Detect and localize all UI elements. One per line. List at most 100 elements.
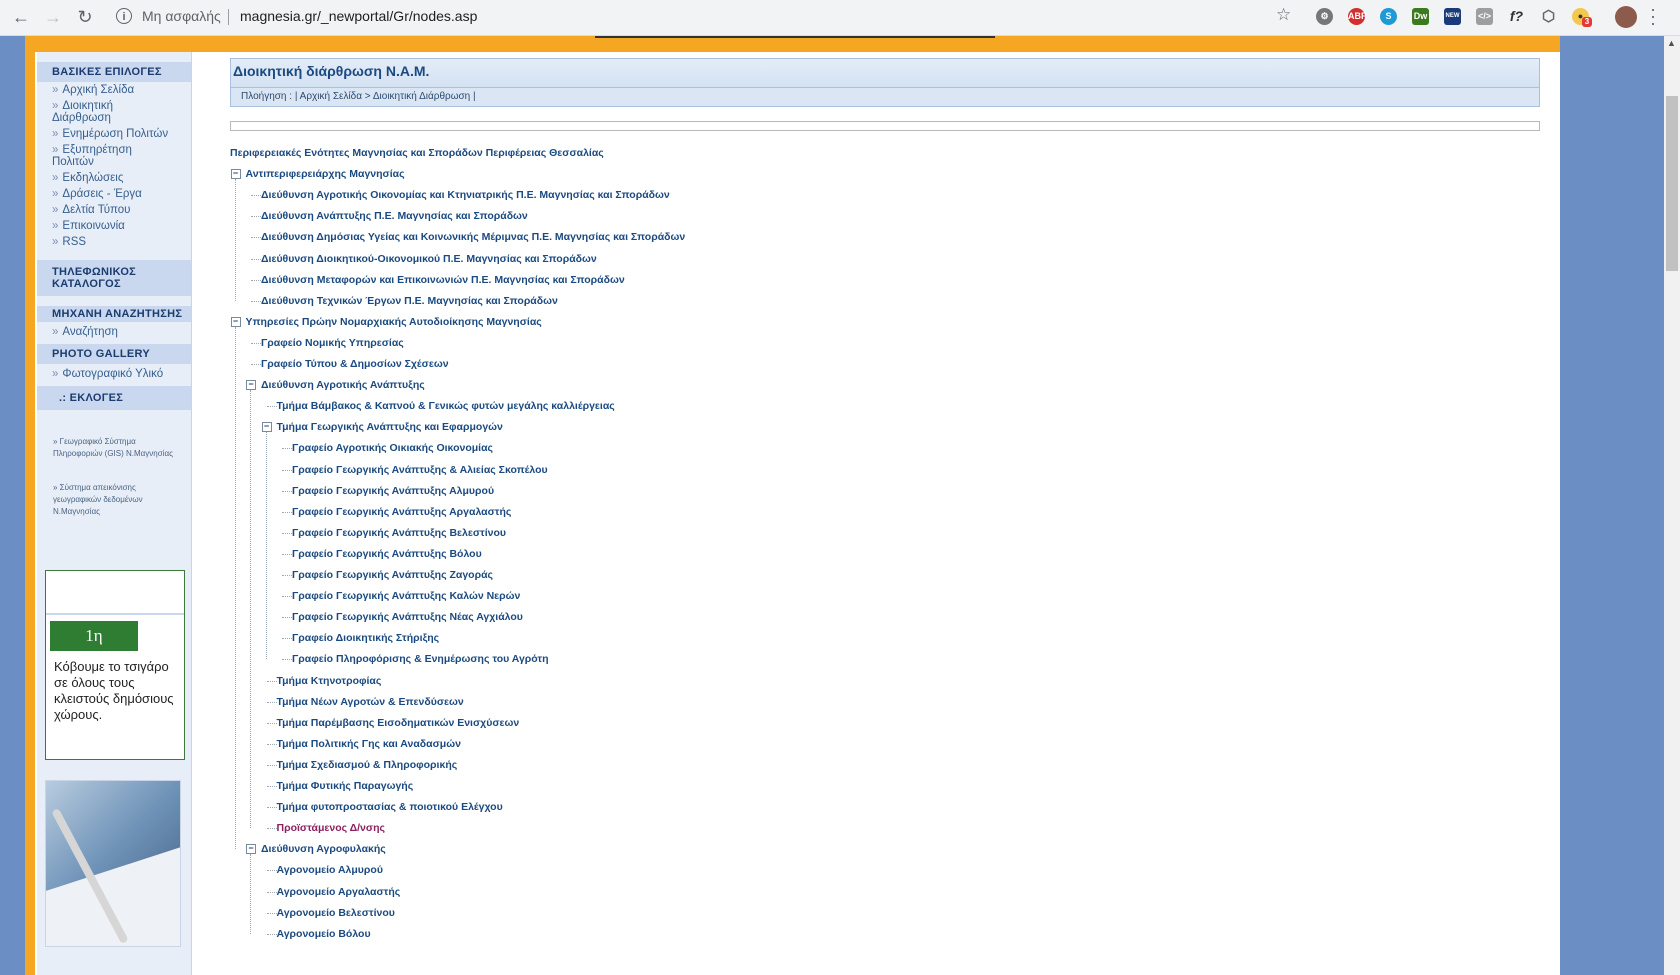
tree-node[interactable]: Διεύθυνση Διοικητικού-Οικονομικού Π.Ε. Μ…	[261, 251, 597, 267]
tree-node[interactable]: Τμήμα Κτηνοτροφίας	[277, 673, 382, 689]
tree-node[interactable]: Γραφείο Αγροτικής Οικιακής Οικονομίας	[292, 440, 493, 456]
address-bar[interactable]: i Μη ασφαλής magnesia.gr/_newportal/Gr/n…	[110, 4, 1300, 30]
tree-node[interactable]: Γραφείο Πληροφόρισης & Ενημέρωσης του Αγ…	[292, 651, 549, 667]
gis-link[interactable]: » Γεωγραφικό Σύστημα Πληροφοριών (GIS) Ν…	[37, 434, 191, 462]
tree-node[interactable]: Τμήμα φυτοπροστασίας & ποιοτικού Ελέγχου	[277, 799, 503, 815]
sidebar-section-elections[interactable]: .: ΕΚΛΟΓΕΣ	[37, 386, 191, 410]
tree-branch-line	[282, 490, 292, 492]
tree-node[interactable]: Διεύθυνση Τεχνικών Έργων Π.Ε. Μαγνησίας …	[261, 293, 558, 309]
tree-node[interactable]: Διεύθυνση Ανάπτυξης Π.Ε. Μαγνησίας και Σ…	[261, 208, 528, 224]
collapse-toggle-icon[interactable]: −	[261, 422, 272, 433]
tree-node[interactable]: Τμήμα Βάμβακος & Καπνού & Γενικώς φυτών …	[277, 398, 615, 414]
tree-node[interactable]: Διεύθυνση Μεταφορών και Επικοινωνιών Π.Ε…	[261, 272, 625, 288]
info-icon[interactable]: i	[116, 8, 132, 24]
profile-avatar[interactable]	[1615, 6, 1637, 28]
tree-node[interactable]: Γραφείο Τύπου & Δημοσίων Σχέσεων	[261, 356, 449, 372]
tree-node[interactable]: Υπηρεσίες Πρώην Νομαρχιακής Αυτοδιοίκηση…	[246, 314, 542, 330]
menu-dots-icon[interactable]: · · ·	[1650, 0, 1656, 32]
tree-node[interactable]: Γραφείο Γεωργικής Ανάπτυξης & Αλιείας Σκ…	[292, 462, 548, 478]
sidebar-item-gallery[interactable]: » Φωτογραφικό Υλικό	[37, 364, 191, 382]
tree-node[interactable]: Διεύθυνση Αγροτικής Ανάπτυξης	[261, 377, 425, 393]
sidebar-item[interactable]: » Δράσεις - Έργα	[37, 186, 191, 202]
back-arrow-icon[interactable]: ←	[10, 6, 32, 28]
sidebar-section-phone[interactable]: ΤΗΛΕΦΩΝΙΚΟΣ ΚΑΤΑΛΟΓΟΣ	[37, 260, 191, 296]
sidebar-item[interactable]: » Εξυπηρέτηση Πολιτών	[37, 142, 132, 170]
tree-node[interactable]: Διεύθυνση Δημόσιας Υγείας και Κοινωνικής…	[261, 229, 685, 245]
skype-icon[interactable]: S	[1380, 8, 1397, 25]
font-finder-icon[interactable]: f?	[1508, 8, 1525, 25]
tree-branch-line	[251, 342, 261, 344]
top-strip	[595, 36, 995, 38]
forward-arrow-icon[interactable]: →	[42, 6, 64, 28]
url-text[interactable]: magnesia.gr/_newportal/Gr/nodes.asp	[240, 8, 477, 24]
code-icon[interactable]: </>	[1476, 8, 1493, 25]
sidebar-item[interactable]: » Ενημέρωση Πολιτών	[37, 126, 191, 142]
tree-branch-line	[251, 237, 261, 239]
breadcrumb-text[interactable]: Πλοήγηση : | Αρχική Σελίδα > Διοικητική …	[231, 91, 476, 102]
smoking-ban-banner[interactable]: 1η Σεπτέμβρη Κόβουμε το τσιγάρο σε όλους…	[45, 570, 185, 760]
sidebar-item[interactable]: » Δελτία Τύπου	[37, 202, 191, 218]
tree-node[interactable]: Γραφείο Νομικής Υπηρεσίας	[261, 335, 404, 351]
scroll-up-icon[interactable]: ▲	[1667, 38, 1676, 48]
geo-link[interactable]: » Σύστημα απεικόνισης γεωγραφικών δεδομέ…	[37, 480, 191, 520]
notification-badge: 3	[1582, 17, 1592, 27]
sidebar-item-label: Αναζήτηση	[62, 326, 118, 338]
tree-node[interactable]: Τμήμα Γεωργικής Ανάπτυξης και Εφαρμογών	[277, 419, 503, 435]
tree-node[interactable]: Προϊστάμενος Δ/νσης	[277, 820, 385, 836]
signing-photo[interactable]	[45, 780, 181, 947]
tree-branch-line	[282, 617, 292, 619]
tree-node[interactable]: Γραφείο Γεωργικής Ανάπτυξης Νέας Αγχιάλο…	[292, 609, 523, 625]
tree-node[interactable]: Διεύθυνση Αγροφυλακής	[261, 841, 386, 857]
extension-gear-icon[interactable]: ⚙	[1316, 8, 1333, 25]
tree-node[interactable]: Γραφείο Γεωργικής Ανάπτυξης Καλών Νερών	[292, 588, 520, 604]
scroll-thumb[interactable]	[1666, 96, 1678, 271]
tree-node[interactable]: Περιφερειακές Ενότητες Μαγνησίας και Σπο…	[230, 145, 604, 161]
tree-branch-line	[282, 448, 292, 450]
tree-node[interactable]: Τμήμα Νέων Αγροτών & Επενδύσεων	[277, 694, 464, 710]
sidebar-item[interactable]: » RSS	[37, 234, 191, 250]
shield-icon[interactable]: ⬡	[1540, 8, 1557, 25]
tree-guide-line	[234, 179, 236, 301]
adblock-icon[interactable]: ABP	[1348, 8, 1367, 25]
sidebar-item[interactable]: » Διοικητική Διάρθρωση	[37, 98, 132, 126]
tree-node[interactable]: Αγρονομείο Βόλου	[277, 926, 371, 942]
tree-branch-line	[266, 807, 277, 809]
tree-node[interactable]: Γραφείο Γεωργικής Ανάπτυξης Αργαλαστής	[292, 504, 511, 520]
sidebar-section-search: ΜΗΧΑΝΗ ΑΝΑΖΗΤΗΣΗΣ	[37, 306, 191, 322]
tree-branch-line	[266, 722, 277, 724]
tree-branch-line	[251, 364, 261, 365]
page-title: Διοικητική διάρθρωση Ν.Α.Μ.	[233, 63, 430, 79]
tree-node[interactable]: Γραφείο Γεωργικής Ανάπτυξης Βόλου	[292, 546, 482, 562]
tree-node[interactable]: Διεύθυνση Αγροτικής Οικονομίας και Κτηνι…	[261, 187, 670, 203]
tree-branch-line	[266, 828, 277, 830]
collapse-toggle-icon[interactable]: −	[230, 169, 241, 180]
news-icon[interactable]: NEW	[1444, 8, 1461, 25]
tree-node[interactable]: Τμήμα Σχεδιασμού & Πληροφορικής	[277, 757, 458, 773]
bookmark-star-icon[interactable]: ☆	[1276, 5, 1291, 25]
tree-node[interactable]: Τμήμα Πολιτικής Γης και Αναδασμών	[277, 736, 461, 752]
bullet-icon: »	[52, 220, 59, 232]
reload-icon[interactable]: ↻	[74, 6, 96, 28]
sidebar-item[interactable]: » Αρχική Σελίδα	[37, 82, 191, 98]
tree-guide-line	[250, 390, 251, 829]
tree-node[interactable]: Γραφείο Διοικητικής Στήριξης	[292, 630, 439, 646]
vertical-scrollbar[interactable]: ▲	[1664, 36, 1680, 975]
sidebar-item[interactable]: » Επικοινωνία	[37, 218, 191, 234]
tree-node[interactable]: Γραφείο Γεωργικής Ανάπτυξης Αλμυρού	[292, 483, 494, 499]
tree-node[interactable]: Γραφείο Γεωργικής Ανάπτυξης Ζαγοράς	[292, 567, 493, 583]
tree-node[interactable]: Τμήμα Παρέμβασης Εισοδηματικών Ενισχύσεω…	[277, 715, 520, 731]
tree-node[interactable]: Αγρονομείο Βελεστίνου	[277, 905, 395, 921]
tree-node[interactable]: Αντιπεριφερειάρχης Μαγνησίας	[246, 166, 405, 182]
sidebar-item-label: Φωτογραφικό Υλικό	[62, 368, 164, 380]
tree-node[interactable]: Τμήμα Φυτικής Παραγωγής	[277, 778, 414, 794]
tree-node[interactable]: Γραφείο Γεωργικής Ανάπτυξης Βελεστίνου	[292, 525, 506, 541]
tree-node[interactable]: Αγρονομείο Αργαλαστής	[277, 884, 401, 900]
sidebar-item[interactable]: » Εκδηλώσεις	[37, 170, 191, 186]
sidebar-item-search[interactable]: » Αναζήτηση	[37, 322, 191, 340]
collapse-toggle-icon[interactable]: −	[230, 316, 241, 327]
collapse-toggle-icon[interactable]: −	[246, 844, 256, 855]
tree-node[interactable]: Αγρονομείο Αλμυρού	[277, 862, 383, 878]
tree-guide-line	[265, 432, 267, 660]
collapse-toggle-icon[interactable]: −	[246, 380, 256, 391]
dreamweaver-icon[interactable]: Dw	[1412, 8, 1429, 25]
